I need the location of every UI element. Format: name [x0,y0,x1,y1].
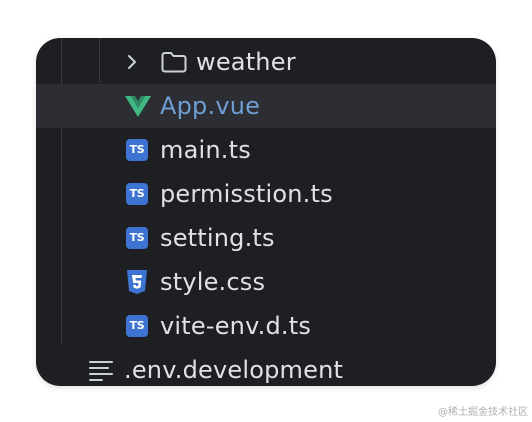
folder-icon [160,49,188,75]
tree-item-label: App.vue [160,92,261,120]
tree-item-setting-ts[interactable]: TS setting.ts [36,216,496,260]
tree-item-style-css[interactable]: style.css [36,260,496,304]
vue-icon [124,94,152,118]
tree-item-label: style.css [160,268,266,296]
chevron-right-icon[interactable] [124,50,140,74]
project-tree-panel: weather App.vue TS main.ts TS permisstio… [36,38,496,386]
tree-item-label: main.ts [160,136,251,164]
typescript-icon: TS [126,227,148,249]
tree-item-label: .env.development [124,356,344,384]
text-file-icon [88,359,114,381]
tree-item-label: weather [196,48,296,76]
tree-item-weather[interactable]: weather [36,40,496,84]
css-icon [126,269,148,295]
tree-item-env-development[interactable]: .env.development [36,348,496,386]
tree-item-app-vue[interactable]: App.vue [36,84,496,128]
tree-item-label: setting.ts [160,224,275,252]
tree-item-main-ts[interactable]: TS main.ts [36,128,496,172]
tree-item-label: permisstion.ts [160,180,333,208]
typescript-icon: TS [126,139,148,161]
tree-item-vite-env-d-ts[interactable]: TS vite-env.d.ts [36,304,496,348]
tree-item-label: vite-env.d.ts [160,312,312,340]
watermark: @稀土掘金技术社区 [438,407,528,418]
tree-item-permisstion-ts[interactable]: TS permisstion.ts [36,172,496,216]
typescript-icon: TS [126,183,148,205]
typescript-icon: TS [126,315,148,337]
